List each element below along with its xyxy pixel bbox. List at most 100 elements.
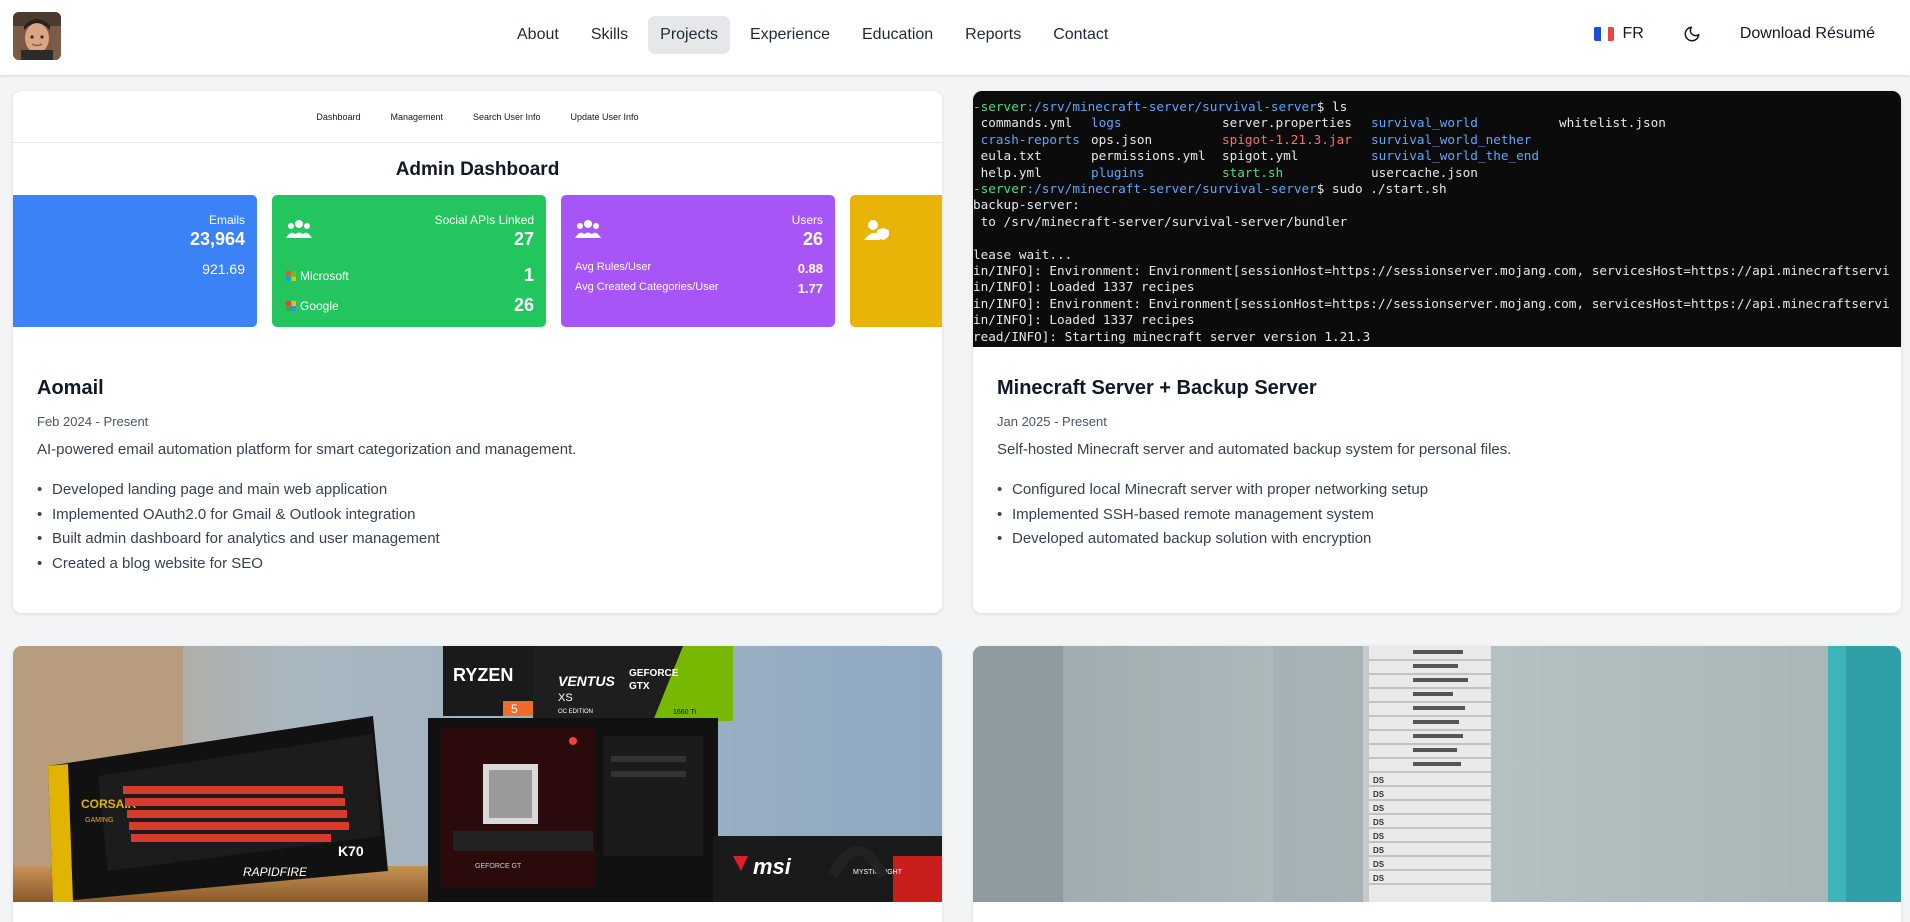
project-card-aomail: Dashboard Management Search User Info Up…	[13, 91, 942, 613]
terminal-line: eula.txt permissions.yml spigot.yml surviva…	[973, 148, 1901, 164]
emails-value: 23,964	[189, 229, 245, 249]
emails-stat-card: Emails 23,964 921.69	[13, 195, 257, 327]
users-icon	[575, 220, 601, 238]
nav-skills[interactable]: Skills	[579, 16, 640, 54]
dashboard-tabs: Dashboard Management Search User Info Up…	[13, 91, 942, 143]
file-name: plugins	[1091, 164, 1145, 180]
google-label: Google	[300, 298, 339, 313]
file-name: permissions.yml	[1091, 148, 1206, 164]
users-icon	[286, 220, 312, 238]
ryzen-text: RYZEN	[453, 665, 513, 685]
project-description: Self-hosted Minecraft server and automat…	[997, 441, 1512, 458]
nav-about[interactable]: About	[505, 16, 571, 54]
terminal-line: crash-reports ops.json spigot-1.21.3.jar su…	[973, 132, 1901, 148]
xs-text: XS	[558, 692, 573, 704]
project-title: Minecraft Server + Backup Server	[997, 377, 1317, 399]
list-item: Created a blog website for SEO	[37, 552, 918, 577]
pc-build-photo: RYZEN 5 VENTUS XS OC EDITION GEFORCE GTX…	[13, 646, 942, 902]
update-user-info-tab: Update User Info	[570, 111, 639, 122]
project-date: Feb 2024 - Present	[37, 414, 149, 429]
project-details: Minecraft Server + Backup Server Jan 202…	[973, 347, 1901, 580]
admin-stat-card	[850, 195, 942, 327]
theme-toggle[interactable]	[1674, 16, 1710, 52]
file-name: survival_world_nether	[1371, 131, 1532, 147]
ds-label: DS	[1373, 790, 1385, 799]
search-user-info-tab: Search User Info	[473, 111, 541, 122]
file-name: logs	[1091, 115, 1122, 131]
file-name: eula.txt	[973, 148, 1042, 164]
terminal-line: in/INFO]: Loaded 1337 recipes	[973, 312, 1195, 328]
project-details: Aomail Feb 2024 - Present AI-powered ema…	[13, 347, 942, 604]
avg-categories-label: Avg Created Categories/User	[575, 281, 719, 293]
file-name: start.sh	[1222, 164, 1284, 180]
microsoft-value: 1	[523, 265, 534, 285]
ds-label: DS	[1373, 776, 1385, 785]
file-name: help.yml	[973, 164, 1042, 180]
admin-dashboard-screenshot: Dashboard Management Search User Info Up…	[13, 91, 942, 347]
terminal-line: help.yml plugins start.sh usercache.json	[973, 165, 1901, 181]
avatar[interactable]	[13, 12, 61, 60]
nav-experience[interactable]: Experience	[738, 16, 842, 54]
social-apis-label: Social APIs Linked	[434, 213, 534, 227]
microsoft-label: Microsoft	[300, 268, 349, 283]
pc-build-image: RYZEN 5 VENTUS XS OC EDITION GEFORCE GTX…	[13, 646, 942, 902]
project-highlights: Configured local Minecraft server with p…	[997, 478, 1877, 552]
list-item: Configured local Minecraft server with p…	[997, 478, 1877, 503]
ds-collection-photo: DS DS DS DS DS DS DS DS	[973, 646, 1901, 902]
list-item: Developed landing page and main web appl…	[37, 478, 918, 503]
terminal-line: read/INFO]: Starting minecraft server ve…	[973, 328, 1371, 344]
project-title: Aomail	[37, 377, 104, 399]
avg-categories-value: 1.77	[797, 281, 823, 296]
geforce-text: GEFORCE	[629, 668, 679, 679]
nav-contact[interactable]: Contact	[1041, 16, 1120, 54]
google-value: 26	[513, 295, 534, 315]
user-shield-icon	[864, 220, 889, 240]
nav-reports[interactable]: Reports	[953, 16, 1033, 54]
terminal-line: in/INFO]: Loaded 1337 recipes	[973, 279, 1195, 295]
prompt-path: :/srv/minecraft-server/survival-server	[1026, 181, 1317, 197]
avg-rules-label: Avg Rules/User	[575, 261, 652, 273]
rapidfire-text: RAPIDFIRE	[243, 865, 308, 879]
users-value: 26	[802, 229, 823, 249]
file-name: whitelist.json	[1559, 115, 1666, 131]
ds-game-stack: DS DS DS DS DS DS DS DS	[1363, 646, 1491, 902]
terminal-line: in/INFO]: Environment: Environment[sessi…	[973, 263, 1890, 279]
list-item: Implemented OAuth2.0 for Gmail & Outlook…	[37, 503, 918, 528]
gtx-text: GTX	[629, 681, 650, 692]
gaming-text: GAMING	[85, 817, 113, 824]
project-description: AI-powered email automation platform for…	[37, 441, 577, 458]
dashboard-title: Admin Dashboard	[395, 159, 560, 180]
msi-logo-text: msi	[753, 854, 792, 879]
france-flag-icon	[1594, 27, 1615, 41]
ventus-text: VENTUS	[558, 673, 615, 689]
download-resume-button[interactable]: Download Résumé	[1730, 17, 1885, 51]
file-name: survival_world	[1371, 115, 1478, 131]
ryzen-number: 5	[511, 702, 518, 716]
terminal-line: commands.yml logs server.properties surviva…	[973, 115, 1901, 131]
ds-label: DS	[1373, 832, 1385, 841]
emails-sub-value: 921.69	[202, 261, 245, 277]
nav-education[interactable]: Education	[850, 16, 945, 54]
msi-gpu-label: GEFORCE GT	[475, 863, 522, 870]
google-icon	[286, 300, 296, 311]
nav-actions: FR Download Résumé	[1584, 16, 1885, 52]
language-switch[interactable]: FR	[1584, 17, 1653, 51]
dashboard-stat-cards: Emails 23,964 921.69 Social APIs Linked …	[13, 195, 942, 327]
file-name: ops.json	[1091, 131, 1153, 147]
social-apis-value: 27	[513, 229, 534, 249]
k70-text: K70	[338, 843, 364, 859]
command-text: $ ls	[1316, 99, 1348, 114]
project-date: Jan 2025 - Present	[997, 414, 1107, 429]
project-card-pc-build: RYZEN 5 VENTUS XS OC EDITION GEFORCE GTX…	[13, 646, 942, 922]
prompt-host: -server	[973, 99, 1027, 114]
nav-projects[interactable]: Projects	[648, 16, 730, 54]
google-row: Google 26	[286, 295, 534, 316]
microsoft-icon	[286, 270, 296, 281]
file-name: usercache.json	[1371, 164, 1478, 180]
command-text: $ sudo ./start.sh	[1316, 181, 1447, 197]
terminal-line: to /srv/minecraft-server/survival-server…	[973, 213, 1348, 229]
file-name: server.properties	[1222, 115, 1352, 131]
file-name: survival_world_the_end	[1371, 148, 1540, 164]
file-name: spigot-1.21.3.jar	[1222, 131, 1352, 147]
